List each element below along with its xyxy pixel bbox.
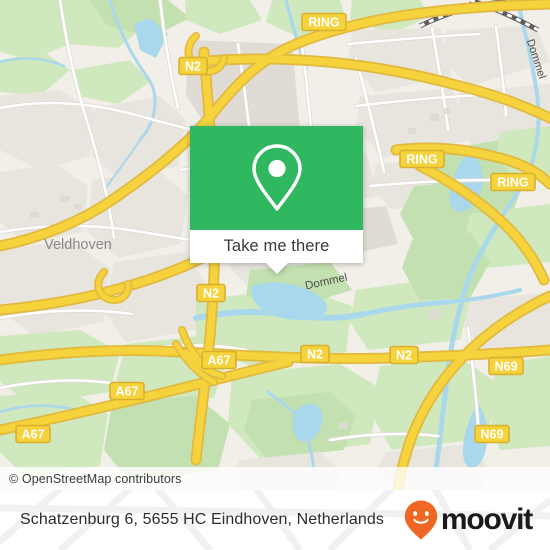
moovit-smiley-pin-icon [404, 500, 438, 540]
road-shield-label: A67 [208, 354, 231, 368]
road-shield-label: N2 [396, 349, 412, 363]
road-shield-label: RING [497, 176, 528, 190]
footer-bar: Schatzenburg 6, 5655 HC Eindhoven, Nethe… [0, 490, 550, 550]
road-shield-label: RING [308, 16, 339, 30]
address-text: Schatzenburg 6, 5655 HC Eindhoven, Nethe… [20, 511, 384, 528]
callout-action[interactable]: Take me there [190, 230, 363, 274]
osm-attribution-text: © OpenStreetMap contributors [9, 471, 182, 486]
take-me-there-callout[interactable]: Take me there [190, 126, 363, 274]
road-shield-label: N2 [185, 60, 201, 74]
map-place-label: Veldhoven [44, 237, 112, 253]
road-shield: A67 [109, 381, 145, 401]
callout-action-label: Take me there [223, 237, 330, 255]
road-shield: RING [399, 149, 445, 169]
osm-attribution-bar: © OpenStreetMap contributors [0, 467, 550, 490]
callout-pointer [265, 263, 288, 274]
road-shield-label: RING [406, 153, 437, 167]
road-shield: RING [490, 172, 536, 192]
road-shield: N2 [300, 344, 330, 364]
map-canvas[interactable]: .land{fill:#f2efe9} .green{fill:#cfe8bd}… [0, 0, 550, 490]
map-pin-icon [251, 144, 302, 211]
road-shield: A67 [15, 424, 51, 444]
moovit-map-card: .land{fill:#f2efe9} .green{fill:#cfe8bd}… [0, 0, 550, 550]
moovit-logo[interactable]: moovit [404, 500, 533, 540]
road-shield: N69 [474, 424, 510, 444]
road-shield-label: N69 [495, 360, 518, 374]
footer-content: Schatzenburg 6, 5655 HC Eindhoven, Nethe… [0, 490, 550, 550]
road-shield: A67 [201, 350, 237, 370]
road-shield: RING [301, 12, 347, 32]
moovit-wordmark: moovit [440, 503, 533, 536]
road-shield-label: N2 [203, 287, 219, 301]
road-shield-label: N69 [481, 428, 504, 442]
road-shield-label: A67 [22, 428, 45, 442]
callout-header [190, 126, 363, 230]
road-shield: N2 [196, 283, 226, 303]
road-shield: N2 [389, 345, 419, 365]
road-shield: N69 [488, 356, 524, 376]
road-shield-label: A67 [116, 385, 139, 399]
road-shield: N2 [178, 56, 208, 76]
road-shield-label: N2 [307, 348, 323, 362]
